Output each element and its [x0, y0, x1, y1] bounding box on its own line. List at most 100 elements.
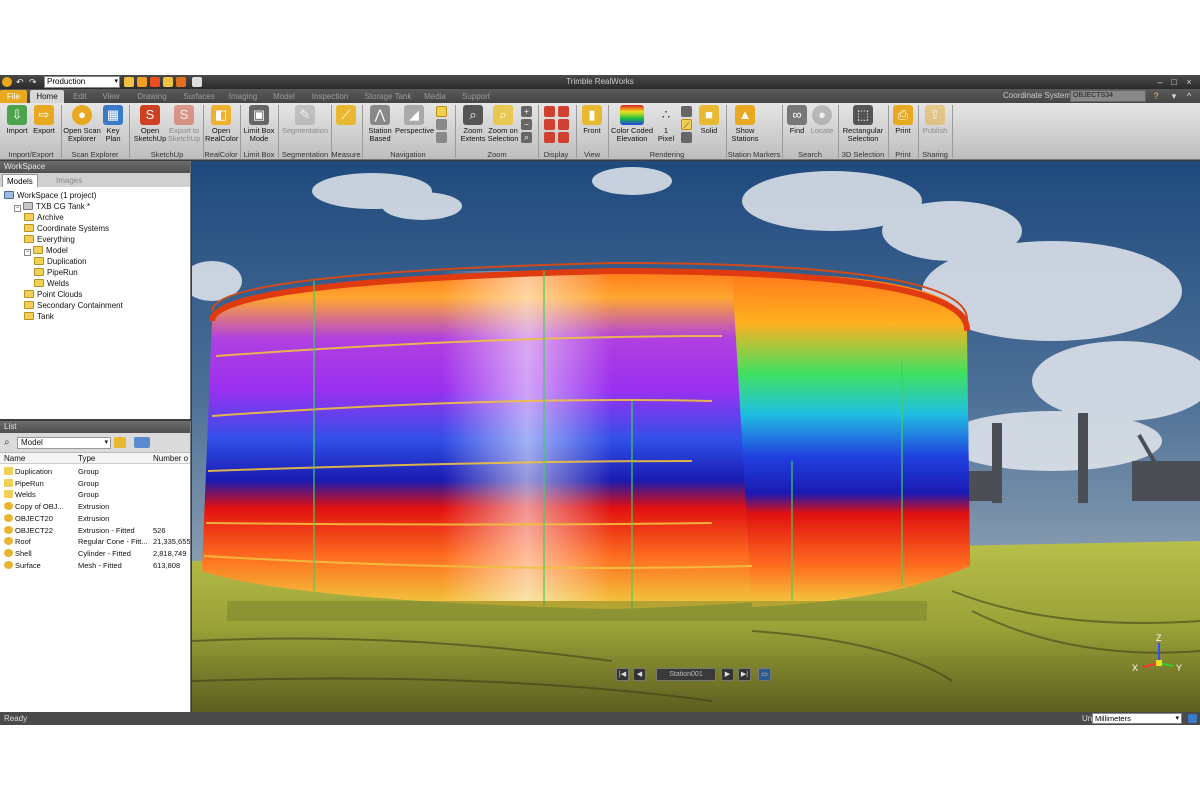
display-option-5-icon[interactable] — [544, 132, 555, 143]
collapse-icon[interactable]: − — [24, 249, 31, 256]
open-scan-explorer-button[interactable]: ● Open Scan Explorer — [63, 105, 101, 143]
tab-support[interactable]: Support — [456, 90, 496, 103]
folder-filter-icon[interactable] — [114, 437, 126, 448]
collapse-icon[interactable]: − — [14, 205, 21, 212]
pan-icon[interactable] — [436, 119, 447, 130]
tree-item[interactable]: Point Clouds — [24, 289, 82, 300]
tab-media[interactable]: Media — [420, 90, 450, 103]
station-based-button[interactable]: ⋀ Station Based — [366, 105, 394, 143]
point-size-button[interactable]: ∴ 1 Pixel — [656, 105, 676, 143]
tab-images[interactable]: Images — [52, 174, 86, 187]
zoom-out-icon[interactable]: − — [521, 119, 532, 130]
list-row[interactable]: Surface Mesh - Fitted 613,808 — [0, 560, 190, 571]
export-button[interactable]: ⇨ Export — [31, 105, 57, 135]
display-option-1-icon[interactable] — [544, 106, 555, 117]
front-view-button[interactable]: ▮ Front — [579, 105, 605, 135]
solid-button[interactable]: ■ Solid — [697, 105, 721, 135]
limit-box-mode-button[interactable]: ▣ Limit Box Mode — [242, 105, 276, 143]
tab-file[interactable]: File — [0, 90, 27, 103]
status-bar: Ready Un Millimeters ▾ — [0, 712, 1200, 725]
rotate-icon[interactable] — [436, 132, 447, 143]
tree-item[interactable]: Coordinate Systems — [24, 223, 109, 234]
render-mode-2-icon[interactable]: ⟋ — [681, 119, 692, 130]
station-name-field[interactable]: Station001 — [656, 668, 716, 681]
tree-item[interactable]: − TXB CG Tank * — [14, 201, 90, 212]
key-plan-button[interactable]: ▦ Key Plan — [101, 105, 125, 143]
zoom-extents-button[interactable]: ⌕ Zoom Extents — [459, 105, 487, 143]
point-cloud-scene[interactable]: Z X Y — [192, 161, 1200, 712]
list-filter-select[interactable]: Model ▾ — [17, 437, 111, 449]
zoom-window-icon[interactable]: ⌕ — [521, 132, 532, 143]
tree-item[interactable]: Duplication — [34, 256, 87, 267]
tree-item[interactable]: Secondary Containment — [24, 300, 123, 311]
tree-item[interactable]: PipeRun — [34, 267, 78, 278]
show-stations-button[interactable]: ▲ Show Stations — [729, 105, 761, 143]
navigation-mode-icon[interactable] — [436, 106, 447, 117]
ribbon-options-icon[interactable]: ▾ — [1168, 90, 1180, 102]
display-option-2-icon[interactable] — [558, 106, 569, 117]
tree-item[interactable]: Welds — [34, 278, 69, 289]
tab-models[interactable]: Models — [2, 174, 38, 187]
column-header-name[interactable]: Name — [4, 453, 25, 464]
render-mode-1-icon[interactable] — [681, 106, 692, 117]
render-mode-3-icon[interactable] — [681, 132, 692, 143]
list-row[interactable]: Copy of OBJ... Extrusion — [0, 501, 190, 512]
segmentation-button[interactable]: ✎ Segmentation — [280, 105, 330, 135]
measure-button[interactable]: ⟋ — [334, 105, 358, 127]
tree-item[interactable]: Archive — [24, 212, 64, 223]
station-view-icon[interactable]: ▭ — [758, 668, 771, 681]
tab-home[interactable]: Home — [30, 90, 64, 103]
close-icon[interactable]: × — [1183, 76, 1195, 88]
zoom-in-icon[interactable]: + — [521, 106, 532, 117]
display-option-4-icon[interactable] — [558, 119, 569, 130]
import-button[interactable]: ⇩ Import — [4, 105, 30, 135]
tree-item[interactable]: − Model — [24, 245, 68, 256]
tab-edit[interactable]: Edit — [68, 90, 92, 103]
find-button[interactable]: ∞ Find — [786, 105, 808, 135]
maximize-icon[interactable]: □ — [1168, 76, 1180, 88]
list-row[interactable]: OBJECT20 Extrusion — [0, 513, 190, 524]
column-header-type[interactable]: Type — [78, 453, 95, 464]
3d-viewport[interactable]: Z X Y Z X Y |◀ ◀ Station001 ▶ ▶| ▭ — [192, 161, 1200, 712]
tab-imaging[interactable]: Imaging — [224, 90, 262, 103]
last-station-button[interactable]: ▶| — [738, 668, 751, 681]
first-station-button[interactable]: |◀ — [616, 668, 629, 681]
zoom-on-selection-button[interactable]: ⌕ Zoom on Selection — [486, 105, 520, 143]
minimize-icon[interactable]: – — [1154, 76, 1166, 88]
list-row[interactable]: Duplication Group — [0, 466, 190, 477]
tree-item[interactable]: Tank — [24, 311, 54, 322]
tree-item[interactable]: Everything — [24, 234, 75, 245]
help-icon[interactable]: ? — [1150, 90, 1162, 102]
tree-item[interactable]: WorkSpace (1 project) — [4, 190, 96, 201]
locate-button[interactable]: ● Locate — [809, 105, 835, 135]
open-sketchup-button[interactable]: S Open SketchUp — [132, 105, 168, 143]
list-row[interactable]: Welds Group — [0, 489, 190, 500]
open-realcolor-button[interactable]: ◧ Open RealColor — [205, 105, 238, 143]
tab-inspection[interactable]: Inspection — [306, 90, 354, 103]
ribbon-minimize-icon[interactable]: ^ — [1183, 90, 1195, 102]
publish-button[interactable]: ⇪ Publish — [921, 105, 949, 135]
tab-storage-tank[interactable]: Storage Tank — [360, 90, 416, 103]
tab-surfaces[interactable]: Surfaces — [178, 90, 220, 103]
list-row[interactable]: OBJECT22 Extrusion - Fitted 526 — [0, 525, 190, 536]
view-options-icon[interactable] — [134, 437, 150, 448]
tab-drawing[interactable]: Drawing — [132, 90, 172, 103]
list-row[interactable]: Roof Regular Cone - Fitt... 21,335,655 — [0, 536, 190, 547]
units-options-icon[interactable] — [1188, 714, 1197, 723]
column-header-number[interactable]: Number o — [153, 453, 188, 464]
print-button[interactable]: ⎙ Print — [891, 105, 915, 135]
tab-view[interactable]: View — [98, 90, 124, 103]
list-row[interactable]: PipeRun Group — [0, 478, 190, 489]
export-to-sketchup-button[interactable]: S Export to SketchUp — [167, 105, 201, 143]
display-option-6-icon[interactable] — [558, 132, 569, 143]
perspective-button[interactable]: ◢ Perspective — [395, 105, 434, 135]
display-option-3-icon[interactable] — [544, 119, 555, 130]
tab-model[interactable]: Model — [268, 90, 300, 103]
units-select[interactable]: Millimeters ▾ — [1092, 713, 1182, 724]
list-row[interactable]: Shell Cylinder - Fitted 2,818,749 — [0, 548, 190, 559]
coordinate-system-select[interactable]: OBJECTS34 — [1070, 90, 1146, 102]
next-station-button[interactable]: ▶ — [721, 668, 734, 681]
previous-station-button[interactable]: ◀ — [633, 668, 646, 681]
color-coded-elevation-button[interactable]: Color Coded Elevation — [610, 105, 654, 143]
rectangular-selection-button[interactable]: ⬚ Rectangular Selection — [841, 105, 885, 143]
